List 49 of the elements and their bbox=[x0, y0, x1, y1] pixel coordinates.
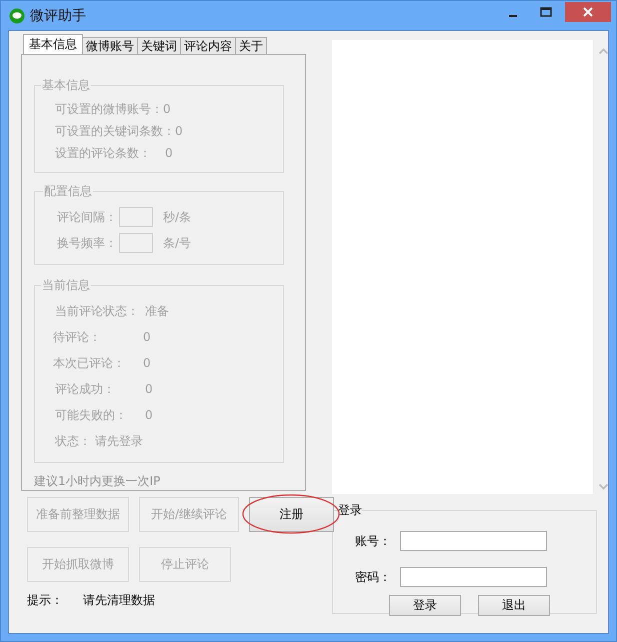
field-value: 0 bbox=[143, 330, 151, 344]
unit-label: 条/号 bbox=[163, 234, 192, 252]
unit-label: 秒/条 bbox=[163, 208, 192, 226]
field-label: 评论成功： bbox=[55, 380, 116, 398]
window-title: 微评助手 bbox=[30, 6, 86, 24]
close-icon bbox=[583, 6, 593, 16]
field-label: 设置的评论条数： bbox=[55, 144, 151, 162]
maximize-icon bbox=[540, 6, 552, 16]
field-label: 可设置的关键词条数： bbox=[55, 122, 175, 140]
action-button[interactable]: 登录 bbox=[389, 595, 461, 616]
field-label: 状态： bbox=[55, 432, 92, 450]
group-title: 配置信息 bbox=[43, 183, 93, 200]
tab[interactable]: 评论内容 bbox=[180, 37, 236, 54]
field-label: 可能失败的： bbox=[55, 406, 128, 424]
field-value: 0 bbox=[143, 356, 151, 370]
hint-label: 提示： bbox=[27, 592, 63, 609]
field-value: 0 bbox=[145, 408, 153, 422]
field-value: 0 bbox=[145, 382, 153, 396]
hint-text: 请先清理数据 bbox=[83, 592, 155, 609]
group-title: 当前信息 bbox=[41, 277, 91, 294]
field-value: 请先登录 bbox=[95, 432, 143, 450]
chat-bubble-icon bbox=[9, 8, 25, 24]
input-field[interactable] bbox=[400, 531, 547, 551]
tab[interactable]: 关键词 bbox=[137, 37, 181, 54]
field-label: 评论间隔： bbox=[56, 208, 117, 226]
field-label: 账号： bbox=[355, 532, 392, 550]
field-label: 本次已评论： bbox=[53, 354, 126, 372]
close-button[interactable] bbox=[565, 2, 611, 22]
action-button[interactable]: 退出 bbox=[478, 595, 550, 616]
field-label: 待评论： bbox=[53, 328, 102, 346]
field-label: 当前评论状态： bbox=[55, 302, 140, 320]
field-value: 准备 bbox=[145, 302, 169, 320]
scroll-down-icon[interactable] bbox=[599, 484, 608, 490]
minimize-icon bbox=[509, 14, 517, 16]
tab[interactable]: 基本信息 bbox=[23, 34, 83, 54]
field-label: 可设置的微博账号： bbox=[55, 100, 163, 118]
tab[interactable]: 关于 bbox=[235, 37, 267, 54]
action-button[interactable]: 注册 bbox=[249, 497, 334, 532]
group-title: 基本信息 bbox=[41, 77, 91, 94]
field-value: 0 bbox=[163, 102, 171, 116]
field-value: 0 bbox=[165, 146, 173, 160]
tip-text: 建议1小时内更换一次IP bbox=[34, 473, 162, 490]
input-field[interactable] bbox=[400, 567, 547, 587]
field-label: 换号频率： bbox=[56, 234, 117, 252]
tab[interactable]: 微博账号 bbox=[82, 37, 138, 54]
field-value: 0 bbox=[175, 124, 183, 138]
field-label: 密码： bbox=[355, 568, 392, 586]
group-title: 登录 bbox=[338, 502, 362, 519]
scroll-up-icon[interactable] bbox=[599, 48, 608, 54]
